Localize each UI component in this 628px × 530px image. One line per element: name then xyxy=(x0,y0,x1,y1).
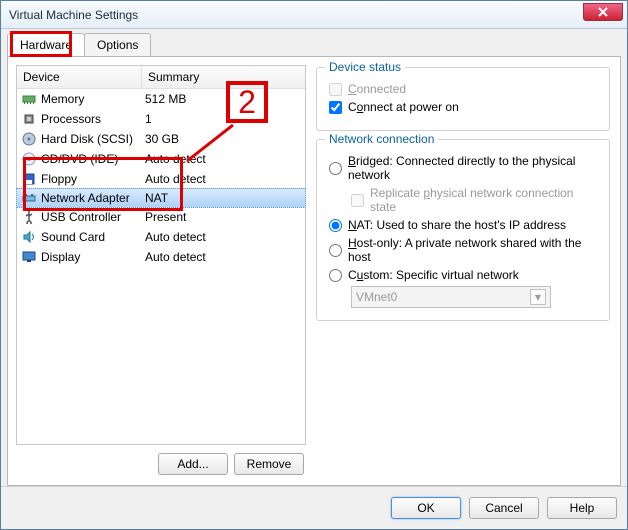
titlebar: Virtual Machine Settings xyxy=(1,1,627,29)
device-summary: Auto detect xyxy=(141,230,305,244)
column-header-summary[interactable]: Summary xyxy=(142,66,305,88)
connect-power-on-checkbox[interactable] xyxy=(329,101,342,114)
bridged-radio[interactable] xyxy=(329,162,342,175)
device-summary: Auto detect xyxy=(141,152,305,166)
device-rows: Memory512 MBProcessors1Hard Disk (SCSI)3… xyxy=(17,89,305,267)
custom-label: Custom: Specific virtual network xyxy=(348,268,519,282)
add-button[interactable]: Add... xyxy=(158,453,228,475)
device-row[interactable]: DisplayAuto detect xyxy=(17,247,305,267)
device-list: Device Summary Memory512 MBProcessors1Ha… xyxy=(16,65,306,445)
device-row[interactable]: CD/DVD (IDE)Auto detect xyxy=(17,149,305,169)
close-button[interactable] xyxy=(583,3,623,21)
host-only-label: Host-only: A private network shared with… xyxy=(348,236,597,264)
tab-strip: Hardware Options xyxy=(1,29,627,56)
device-row[interactable]: FloppyAuto detect xyxy=(17,169,305,189)
device-row[interactable]: Hard Disk (SCSI)30 GB xyxy=(17,129,305,149)
vm-settings-window: Virtual Machine Settings Hardware Option… xyxy=(0,0,628,530)
connected-checkbox xyxy=(329,83,342,96)
device-name: Sound Card xyxy=(41,230,141,244)
device-name: Display xyxy=(41,250,141,264)
device-row[interactable]: Memory512 MB xyxy=(17,89,305,109)
device-summary: Auto detect xyxy=(141,250,305,264)
column-header-device[interactable]: Device xyxy=(17,66,142,88)
device-list-header: Device Summary xyxy=(17,66,305,89)
device-name: USB Controller xyxy=(41,210,141,224)
chevron-down-icon: ▾ xyxy=(530,289,546,305)
device-name: Processors xyxy=(41,112,141,126)
disk-icon xyxy=(21,132,37,146)
connected-label: Connected xyxy=(348,82,406,96)
tab-options[interactable]: Options xyxy=(84,33,151,56)
display-icon xyxy=(21,250,37,264)
close-icon xyxy=(597,7,609,17)
tab-hardware[interactable]: Hardware xyxy=(7,33,85,56)
nat-label: NAT: Used to share the host's IP address xyxy=(348,218,566,232)
settings-pane: Device status Connected Connect at power… xyxy=(314,65,612,477)
dialog-footer: OK Cancel Help xyxy=(1,486,627,529)
custom-network-select: VMnet0 ▾ xyxy=(351,286,551,308)
device-summary: 30 GB xyxy=(141,132,305,146)
device-summary: Present xyxy=(141,210,305,224)
device-row[interactable]: Network AdapterNAT xyxy=(16,188,306,208)
usb-icon xyxy=(21,210,37,224)
device-status-title: Device status xyxy=(325,60,405,74)
device-name: Hard Disk (SCSI) xyxy=(41,132,141,146)
network-connection-group: Network connection Bridged: Connected di… xyxy=(316,139,610,321)
device-pane: Device Summary Memory512 MBProcessors1Ha… xyxy=(16,65,306,477)
host-only-radio[interactable] xyxy=(329,244,342,257)
device-name: Network Adapter xyxy=(41,191,141,205)
connect-power-on-label: Connect at power on xyxy=(348,100,459,114)
custom-network-value: VMnet0 xyxy=(356,290,397,304)
remove-button[interactable]: Remove xyxy=(234,453,304,475)
device-summary: 512 MB xyxy=(141,92,305,106)
window-title: Virtual Machine Settings xyxy=(1,8,138,22)
device-status-group: Device status Connected Connect at power… xyxy=(316,67,610,131)
cpu-icon xyxy=(21,112,37,126)
ok-button[interactable]: OK xyxy=(391,497,461,519)
nat-radio[interactable] xyxy=(329,219,342,232)
device-row[interactable]: USB ControllerPresent xyxy=(17,207,305,227)
help-button[interactable]: Help xyxy=(547,497,617,519)
sound-icon xyxy=(21,230,37,244)
device-row[interactable]: Sound CardAuto detect xyxy=(17,227,305,247)
content-area: Device Summary Memory512 MBProcessors1Ha… xyxy=(7,56,621,486)
device-list-buttons: Add... Remove xyxy=(16,445,306,477)
device-summary: NAT xyxy=(141,191,305,205)
cancel-button[interactable]: Cancel xyxy=(469,497,539,519)
device-row[interactable]: Processors1 xyxy=(17,109,305,129)
memory-icon xyxy=(21,92,37,106)
device-summary: Auto detect xyxy=(141,172,305,186)
bridged-label: Bridged: Connected directly to the physi… xyxy=(348,154,597,182)
cd-icon xyxy=(21,152,37,166)
device-name: Floppy xyxy=(41,172,141,186)
device-summary: 1 xyxy=(141,112,305,126)
network-connection-title: Network connection xyxy=(325,132,438,146)
device-name: CD/DVD (IDE) xyxy=(41,152,141,166)
floppy-icon xyxy=(21,172,37,186)
replicate-label: Replicate physical network connection st… xyxy=(370,186,597,214)
network-icon xyxy=(21,191,37,205)
custom-radio[interactable] xyxy=(329,269,342,282)
device-name: Memory xyxy=(41,92,141,106)
replicate-checkbox xyxy=(351,194,364,207)
